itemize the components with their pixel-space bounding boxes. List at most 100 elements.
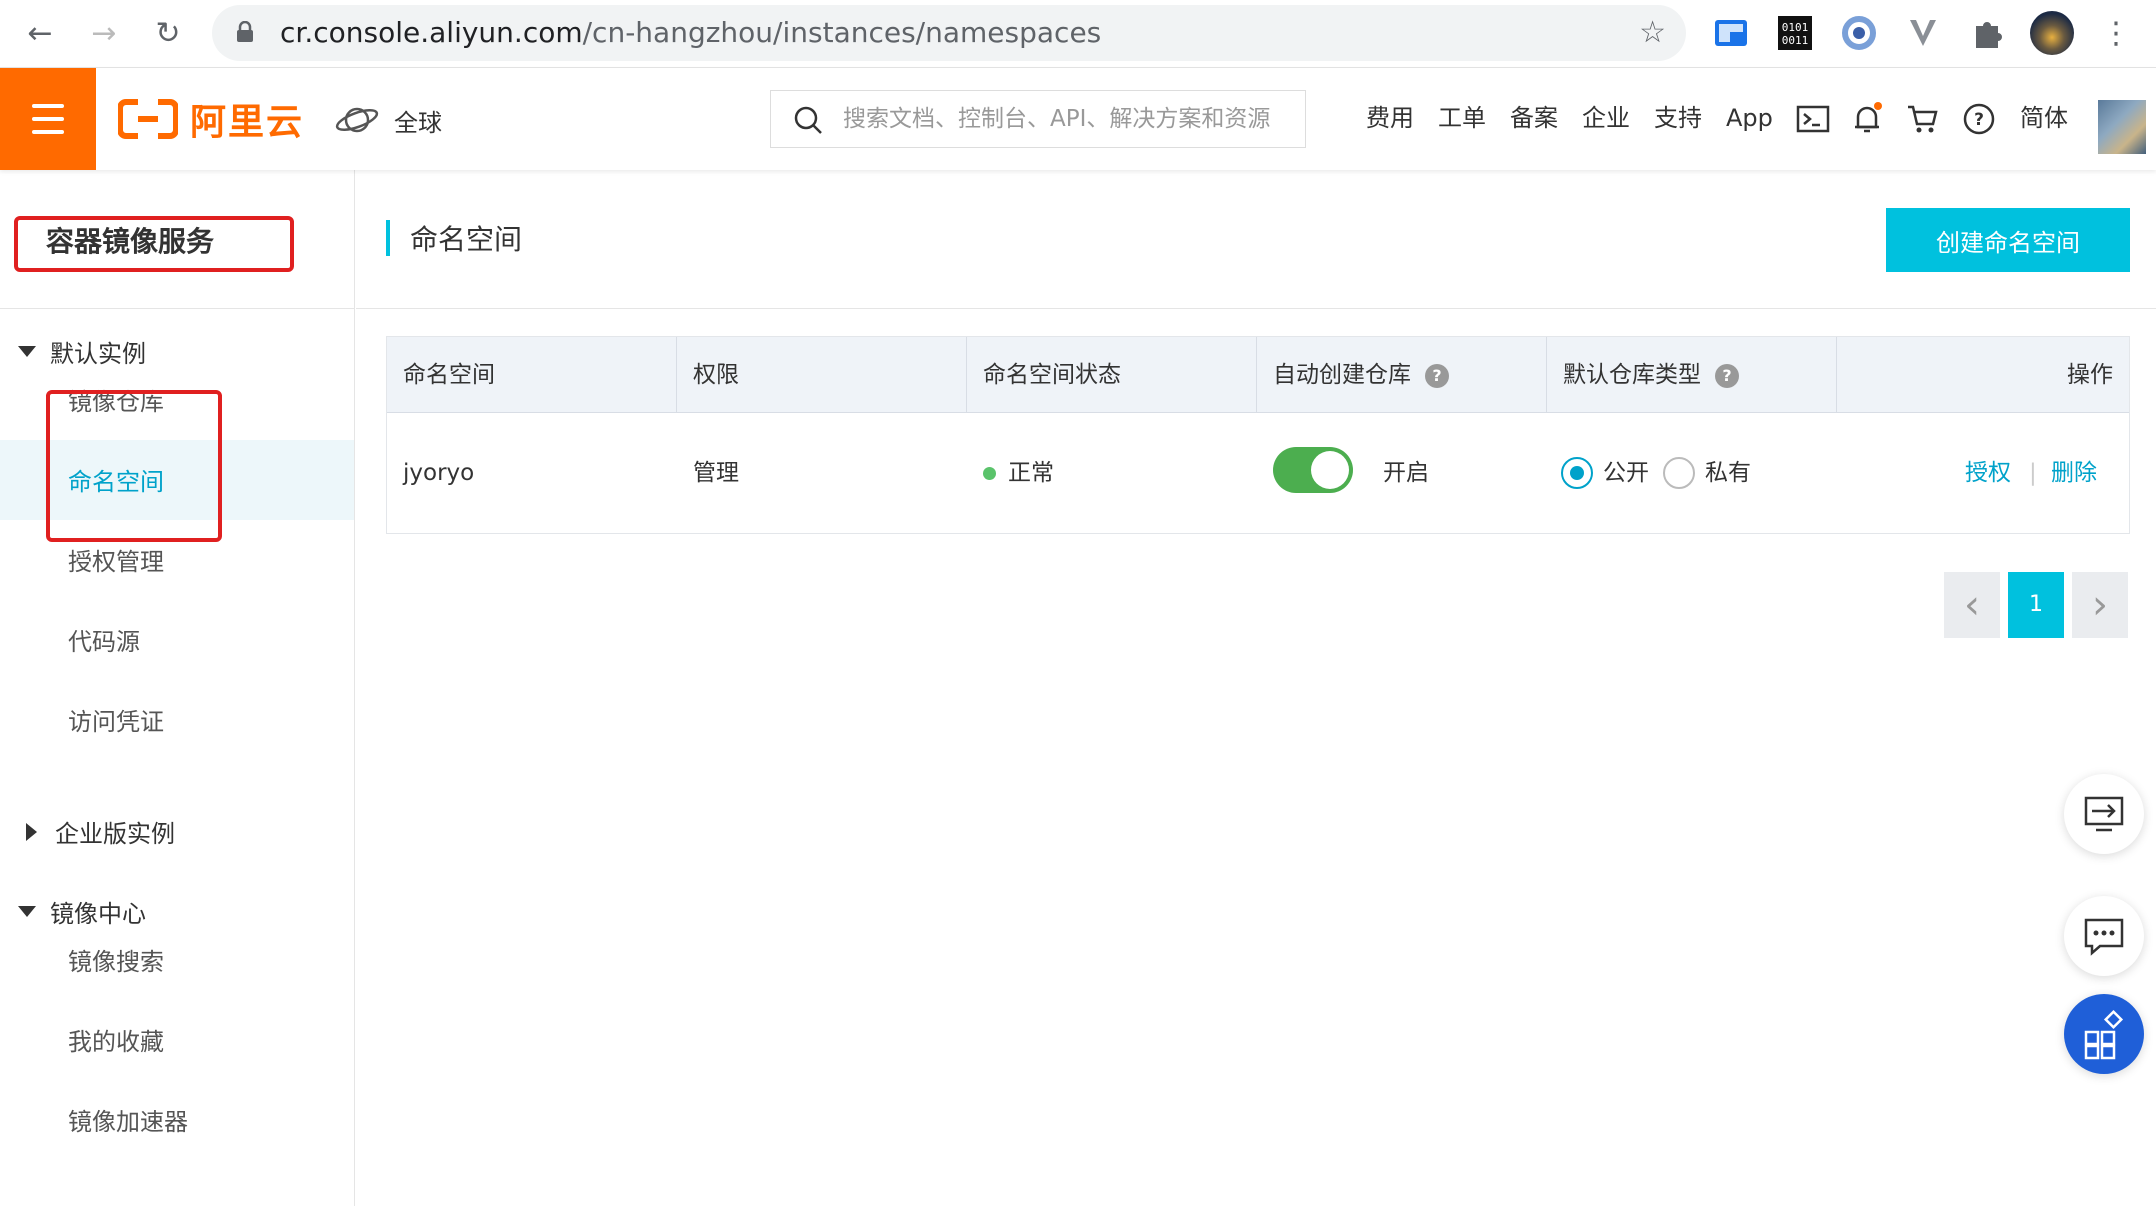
sidebar: 容器镜像服务 默认实例 镜像仓库 命名空间 授权管理 代码源 访问凭证 企业版实… — [0, 170, 355, 1206]
logo-text: 阿里云 — [190, 102, 305, 143]
back-icon[interactable]: ← — [20, 14, 60, 54]
toggle-label: 开启 — [1383, 460, 1429, 486]
header-link-app[interactable]: App — [1726, 100, 1773, 136]
cell-permission: 管理 — [693, 460, 739, 486]
profile-avatar-icon[interactable] — [2030, 11, 2074, 55]
float-apps-button[interactable] — [2064, 994, 2144, 1074]
sidebar-item-image-search[interactable]: 镜像搜索 — [0, 920, 354, 1000]
action-separator: | — [2029, 460, 2037, 486]
sidebar-item-label: 镜像搜索 — [68, 948, 164, 976]
bookmark-star-icon[interactable]: ☆ — [1639, 15, 1666, 50]
aliyun-logo-mark-icon — [118, 99, 178, 139]
shopping-cart-icon[interactable] — [1906, 102, 1940, 136]
language-selector[interactable]: 简体 — [2020, 100, 2068, 136]
page-number-current[interactable]: 1 — [2008, 572, 2064, 638]
address-bar[interactable]: cr.console.aliyun.com/cn-hangzhou/instan… — [212, 5, 1686, 61]
authorize-link[interactable]: 授权 — [1965, 413, 2011, 533]
delete-link[interactable]: 删除 — [2051, 413, 2097, 533]
sidebar-item-access-credentials[interactable]: 访问凭证 — [0, 680, 354, 760]
region-selector[interactable]: 全球 — [334, 98, 442, 142]
radio-private-label: 私有 — [1705, 460, 1751, 486]
export-screen-icon — [2084, 796, 2124, 832]
apps-grid-icon — [2084, 1009, 2124, 1060]
help-question-icon[interactable]: ? — [1425, 363, 1449, 388]
header-link-enterprise[interactable]: 企业 — [1582, 100, 1630, 136]
region-label: 全球 — [394, 108, 442, 137]
sidebar-item-label: 镜像加速器 — [68, 1108, 188, 1136]
hamburger-menu-icon[interactable] — [0, 68, 96, 170]
caret-down-icon — [18, 346, 36, 357]
globe-planet-icon — [335, 107, 379, 133]
sidebar-item-label: 访问凭证 — [68, 708, 164, 736]
toggle-knob — [1311, 451, 1349, 489]
cell-status: 正常 — [967, 413, 1257, 533]
console-header: 阿里云 全球 费用 工单 备案 企业 支持 App ? 简体 — [0, 68, 2156, 170]
float-export-button[interactable] — [2064, 774, 2144, 854]
user-avatar[interactable] — [2098, 100, 2146, 154]
more-menu-icon[interactable]: ⋮ — [2096, 14, 2136, 54]
extension-ring-icon[interactable] — [1840, 14, 1878, 52]
sidebar-item-code-source[interactable]: 代码源 — [0, 600, 354, 680]
svg-text:0101: 0101 — [1782, 21, 1809, 34]
reload-icon[interactable]: ↻ — [148, 14, 188, 54]
aliyun-logo[interactable]: 阿里云 — [118, 94, 304, 144]
float-chat-button[interactable] — [2064, 896, 2144, 976]
search-input[interactable] — [843, 99, 1293, 139]
radio-public[interactable] — [1561, 457, 1593, 489]
help-question-icon[interactable]: ? — [1962, 102, 1996, 136]
create-namespace-button[interactable]: 创建命名空间 — [1886, 208, 2130, 272]
search-box[interactable] — [770, 90, 1306, 148]
cell-repo-type: 公开 私有 — [1547, 413, 1837, 533]
sidebar-item-label: 代码源 — [68, 628, 140, 656]
prev-page-chevron-left-icon[interactable]: ‹ — [1944, 572, 2000, 638]
column-header-repo-type: 默认仓库类型? — [1547, 337, 1837, 413]
status-text: 正常 — [1008, 460, 1054, 486]
annotation-highlight-box — [46, 390, 222, 542]
svg-text:?: ? — [1974, 110, 1984, 130]
sidebar-item-favorites[interactable]: 我的收藏 — [0, 1000, 354, 1080]
column-header-actions: 操作 — [2067, 362, 2113, 388]
header-link-icp[interactable]: 备案 — [1510, 100, 1558, 136]
notification-bell-icon[interactable] — [1850, 102, 1884, 136]
svg-text:0011: 0011 — [1782, 34, 1809, 47]
header-link-fees[interactable]: 费用 — [1366, 100, 1414, 136]
extension-binary-icon[interactable]: 0101 0011 — [1776, 14, 1814, 52]
sidebar-group-label: 企业版实例 — [55, 820, 175, 848]
next-page-chevron-right-icon[interactable]: › — [2072, 572, 2128, 638]
lock-icon — [237, 21, 253, 42]
extension-window-icon[interactable] — [1712, 14, 1750, 52]
sidebar-item-label: 我的收藏 — [68, 1028, 164, 1056]
extension-v-icon[interactable] — [1904, 14, 1942, 52]
forward-icon[interactable]: → — [84, 14, 124, 54]
cell-auto-create: 开启 — [1257, 413, 1547, 533]
help-question-icon[interactable]: ? — [1715, 363, 1739, 388]
cell-actions: 授权 | 删除 — [1837, 413, 2129, 533]
url-text[interactable]: cr.console.aliyun.com/cn-hangzhou/instan… — [280, 15, 1101, 51]
radio-private[interactable] — [1663, 457, 1695, 489]
column-header-auto-create: 自动创建仓库? — [1257, 337, 1547, 413]
header-link-tickets[interactable]: 工单 — [1438, 100, 1486, 136]
main-content: 命名空间 创建命名空间 命名空间 权限 命名空间状态 自动创建仓库? 默认仓库类… — [356, 170, 2156, 1206]
sidebar-item-image-accelerator[interactable]: 镜像加速器 — [0, 1080, 354, 1160]
cell-namespace: jyoryo — [403, 460, 475, 486]
column-header-permission: 权限 — [677, 337, 967, 413]
column-header-namespace: 命名空间 — [387, 337, 677, 413]
search-icon — [794, 106, 822, 134]
page-title: 命名空间 — [410, 223, 523, 256]
extensions-puzzle-icon[interactable] — [1968, 14, 2006, 52]
chat-bubble-icon — [2084, 918, 2124, 956]
radio-public-label: 公开 — [1603, 460, 1649, 486]
sidebar-item-label: 授权管理 — [68, 548, 164, 576]
header-link-support[interactable]: 支持 — [1654, 100, 1702, 136]
column-header-status: 命名空间状态 — [967, 337, 1257, 413]
content-divider — [356, 308, 2156, 309]
auto-create-toggle[interactable] — [1273, 447, 1353, 493]
terminal-icon[interactable] — [1796, 102, 1830, 136]
caret-right-icon — [26, 822, 37, 841]
namespace-table: 命名空间 权限 命名空间状态 自动创建仓库? 默认仓库类型? 操作 jyoryo… — [386, 336, 2130, 534]
status-dot-icon — [983, 467, 996, 480]
sidebar-divider — [0, 308, 355, 309]
caret-down-icon — [18, 906, 36, 917]
sidebar-group-enterprise-instance[interactable]: 企业版实例 — [18, 814, 175, 849]
table-header: 命名空间 权限 命名空间状态 自动创建仓库? 默认仓库类型? 操作 — [387, 337, 2129, 413]
